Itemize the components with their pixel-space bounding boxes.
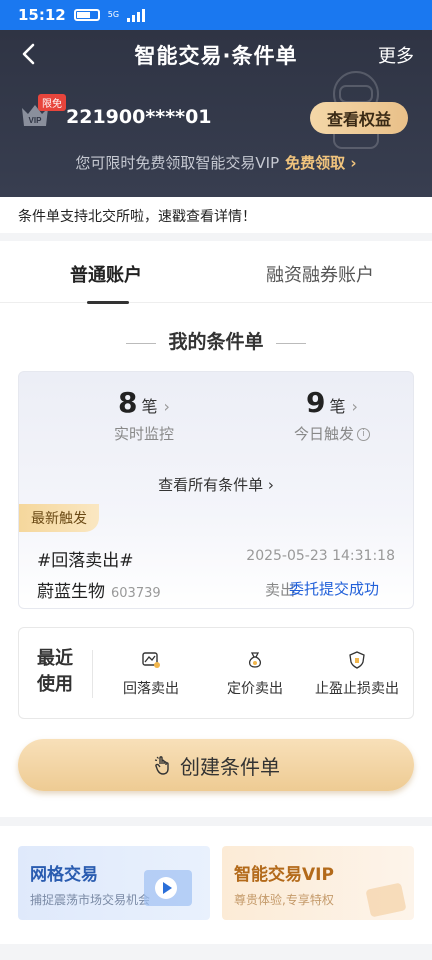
monitoring-label: 实时监控 <box>113 425 174 443</box>
stock-name: 蔚蓝生物 <box>37 582 105 602</box>
vip-crown-icon <box>366 883 406 917</box>
create-condition-button[interactable]: 创建条件单 <box>18 739 414 791</box>
notice-banner[interactable]: 条件单支持北交所啦，速戳查看详情！ <box>0 197 432 233</box>
promo-section: 网格交易 捕捉震荡市场交易机会 智能交易VIP 尊贵体验,专享特权 <box>0 826 432 944</box>
monitoring-unit: 笔 <box>141 397 158 416</box>
shortcut-label: 止盈止损卖出 <box>315 681 399 697</box>
stock-info[interactable]: 蔚蓝生物 603739 <box>37 577 161 602</box>
monitoring-stat[interactable]: 8 笔 › 实时监控 <box>69 386 219 444</box>
section-title: 我的条件单 <box>0 327 432 354</box>
account-number: 221900****01 <box>66 106 212 128</box>
view-all-conditions-link[interactable]: 查看所有条件单 › <box>19 474 413 495</box>
vip-promo-text: 您可限时免费领取智能交易VIP <box>75 154 280 172</box>
chevron-right-icon: › <box>351 397 358 416</box>
chevron-right-icon: › <box>163 397 170 416</box>
chart-down-icon <box>142 652 160 668</box>
main-card: 普通账户 融资融券账户 我的条件单 8 笔 › 实时监控 9 笔 › 今日触发 i 查看所… <box>0 241 432 817</box>
status-bar: 15:12 5G <box>0 0 432 30</box>
money-bag-icon <box>248 652 262 668</box>
view-benefits-button[interactable]: 查看权益 <box>310 102 408 134</box>
free-claim-link[interactable]: 免费领取 › <box>285 154 356 172</box>
recent-divider <box>92 650 93 698</box>
battery-icon <box>73 9 100 21</box>
vip-card[interactable]: 智能交易VIP 尊贵体验,专享特权 <box>222 846 414 920</box>
tab-margin-account[interactable]: 融资融券账户 <box>266 261 374 287</box>
latest-trigger-tag: 最新触发 <box>19 504 99 532</box>
title-divider-left <box>126 342 157 344</box>
triggered-label: 今日触发 <box>293 425 354 443</box>
shortcut-label: 回落卖出 <box>123 681 179 697</box>
recent-used-title: 最近使用 <box>37 648 73 695</box>
vip-promo: 您可限时免费领取智能交易VIP 免费领取 › <box>0 152 432 173</box>
signal-icon <box>127 8 146 22</box>
header: 智能交易·条件单 更多 VIP 限免 221900****01 查看权益 您可限… <box>0 30 432 197</box>
network-label: 5G <box>107 10 120 19</box>
info-icon[interactable]: i <box>357 428 370 441</box>
limit-free-tag: 限免 <box>38 94 66 111</box>
recent-used-panel: 最近使用 回落卖出 定价卖出 止盈止损卖出 <box>18 627 414 719</box>
conditions-summary: 8 笔 › 实时监控 9 笔 › 今日触发 i 查看所有条件单 › 最新触发 #回落卖出#… <box>18 371 414 609</box>
video-play-icon <box>144 870 192 906</box>
create-button-label: 创建条件单 <box>180 754 280 779</box>
shortcut-stop-profit-loss[interactable]: 止盈止损卖出 <box>307 650 407 698</box>
trade-status: 委托提交成功 <box>288 580 379 598</box>
trigger-time: 2025-05-23 14:31:18 <box>246 548 395 564</box>
stock-code: 603739 <box>111 586 161 601</box>
triggered-count: 9 <box>306 386 326 419</box>
grid-trading-card[interactable]: 网格交易 捕捉震荡市场交易机会 <box>18 846 210 920</box>
account-tabs: 普通账户 融资融券账户 <box>0 241 432 304</box>
status-time: 15:12 <box>18 6 66 24</box>
monitoring-count: 8 <box>118 386 138 419</box>
shortcut-fall-sell[interactable]: 回落卖出 <box>101 650 201 698</box>
tab-active-indicator <box>87 301 129 304</box>
title-divider-right <box>275 342 306 344</box>
condition-type: #回落卖出# <box>37 551 134 571</box>
section-title-text: 我的条件单 <box>168 331 264 353</box>
tab-normal-account[interactable]: 普通账户 <box>70 261 142 287</box>
triggered-stat[interactable]: 9 笔 › 今日触发 i <box>257 386 407 444</box>
shortcut-label: 定价卖出 <box>227 681 283 697</box>
tap-hand-icon <box>154 756 169 775</box>
triggered-unit: 笔 <box>329 397 346 416</box>
shield-icon <box>349 651 365 669</box>
svg-text:VIP: VIP <box>29 116 43 125</box>
shortcut-price-sell[interactable]: 定价卖出 <box>205 650 305 698</box>
